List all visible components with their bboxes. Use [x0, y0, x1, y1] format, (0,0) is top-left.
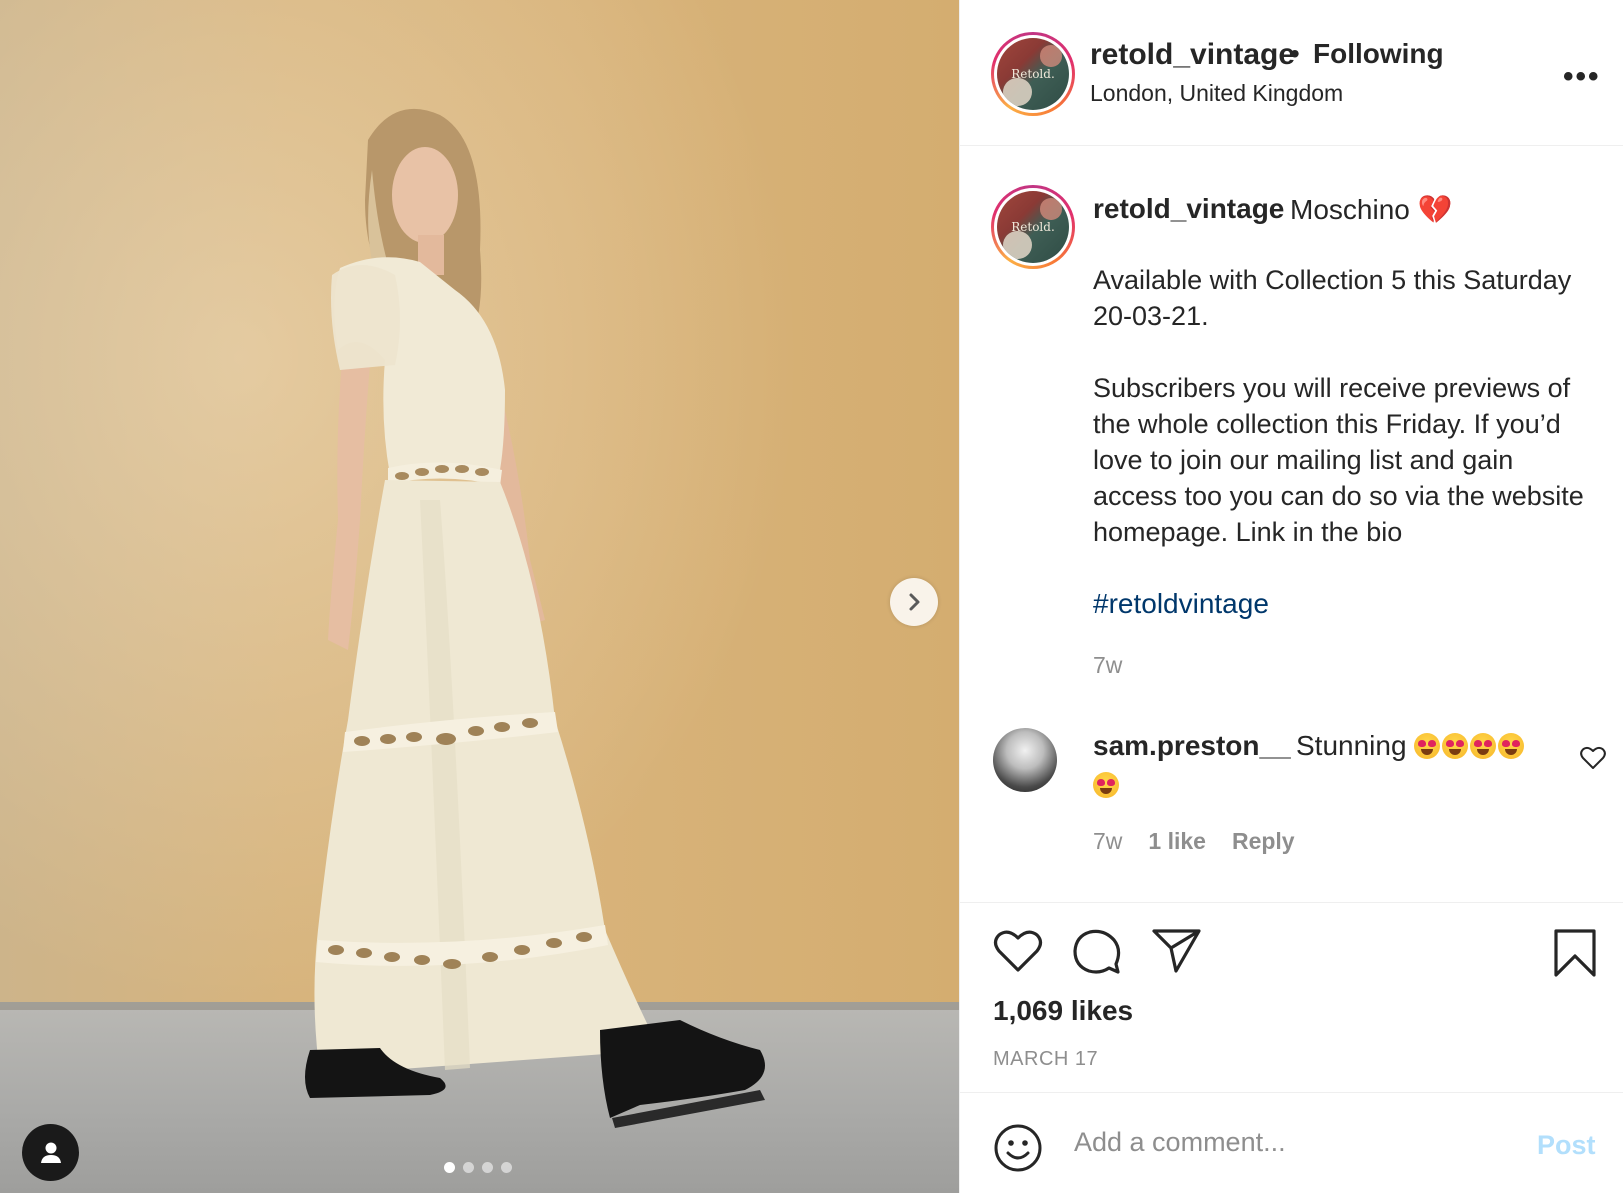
- header-divider: [959, 145, 1623, 146]
- tag-user-icon: [40, 1142, 61, 1163]
- model-figure: [305, 108, 765, 1128]
- likes-count[interactable]: 1,069 likes: [993, 995, 1133, 1027]
- save-icon: [1554, 929, 1596, 977]
- share-button[interactable]: [1152, 928, 1202, 979]
- comment-timestamp[interactable]: 7w: [1093, 828, 1122, 855]
- caption-timestamp[interactable]: 7w: [1093, 652, 1122, 679]
- emoji-picker-button[interactable]: [993, 1123, 1043, 1178]
- comment-icon: [1073, 929, 1121, 974]
- heart-eyes-emoji-icon: [1442, 733, 1469, 759]
- share-icon: [1152, 929, 1201, 973]
- comment-likes[interactable]: 1 like: [1148, 828, 1206, 855]
- heart-eyes-emoji-icon: [1093, 772, 1119, 798]
- post-media[interactable]: [0, 0, 959, 1193]
- caption-username[interactable]: retold_vintage: [1093, 193, 1284, 225]
- like-icon: [993, 930, 1043, 972]
- reply-button[interactable]: Reply: [1232, 828, 1295, 855]
- add-comment-input[interactable]: [1072, 1126, 1496, 1159]
- post-comment-button[interactable]: Post: [1537, 1130, 1596, 1161]
- caption-paragraph-1: Available with Collection 5 this Saturda…: [1093, 265, 1572, 331]
- caption-avatar-logo-text: Retold.: [1011, 219, 1055, 234]
- heart-eyes-emoji-icon: [1414, 733, 1441, 759]
- comment-meta: 7w 1 like Reply: [1093, 828, 1295, 855]
- caption-title: Moschino 💔: [1290, 194, 1453, 225]
- carousel-dot-1: [444, 1162, 455, 1173]
- comment-like-button[interactable]: [1580, 746, 1606, 775]
- comment-button[interactable]: [1072, 928, 1122, 981]
- smiley-icon: [994, 1124, 1042, 1172]
- following-button[interactable]: Following: [1313, 38, 1444, 70]
- next-slide-button[interactable]: [890, 578, 938, 626]
- commenter-username[interactable]: sam.preston__: [1093, 730, 1291, 762]
- comments-divider: [959, 902, 1623, 903]
- like-button[interactable]: [993, 928, 1043, 979]
- caption-paragraph-2: Subscribers you will receive previews of…: [1093, 373, 1584, 547]
- carousel-dot-2: [463, 1162, 474, 1173]
- header-separator: •: [1290, 38, 1300, 69]
- tagged-users-button[interactable]: [22, 1124, 79, 1181]
- next-arrow-icon: [909, 593, 920, 611]
- comment-text-label: Stunning: [1296, 730, 1407, 761]
- comment-text-continued: [1093, 772, 1121, 799]
- caption-avatar[interactable]: Retold.: [991, 185, 1075, 269]
- header-location[interactable]: London, United Kingdom: [1090, 80, 1343, 107]
- comment-text: Stunning: [1296, 730, 1526, 762]
- heart-eyes-emoji-icon: [1498, 733, 1525, 759]
- carousel-indicator: [444, 1162, 512, 1173]
- header-username[interactable]: retold_vintage: [1090, 38, 1295, 72]
- avatar-logo-text: Retold.: [1011, 66, 1055, 81]
- header-avatar[interactable]: Retold.: [991, 32, 1075, 116]
- save-button[interactable]: [1553, 928, 1597, 983]
- more-icon[interactable]: •••: [1563, 60, 1601, 94]
- heart-outline-icon: [1580, 746, 1606, 769]
- commenter-avatar[interactable]: [993, 728, 1057, 792]
- carousel-dot-3: [482, 1162, 493, 1173]
- post-date[interactable]: MARCH 17: [993, 1048, 1098, 1071]
- actions-divider: [959, 1092, 1623, 1093]
- hashtag-link[interactable]: #retoldvintage: [1093, 588, 1269, 620]
- heart-eyes-emoji-icon: [1470, 733, 1497, 759]
- carousel-dot-4: [501, 1162, 512, 1173]
- caption-body: Available with Collection 5 this Saturda…: [1093, 262, 1593, 586]
